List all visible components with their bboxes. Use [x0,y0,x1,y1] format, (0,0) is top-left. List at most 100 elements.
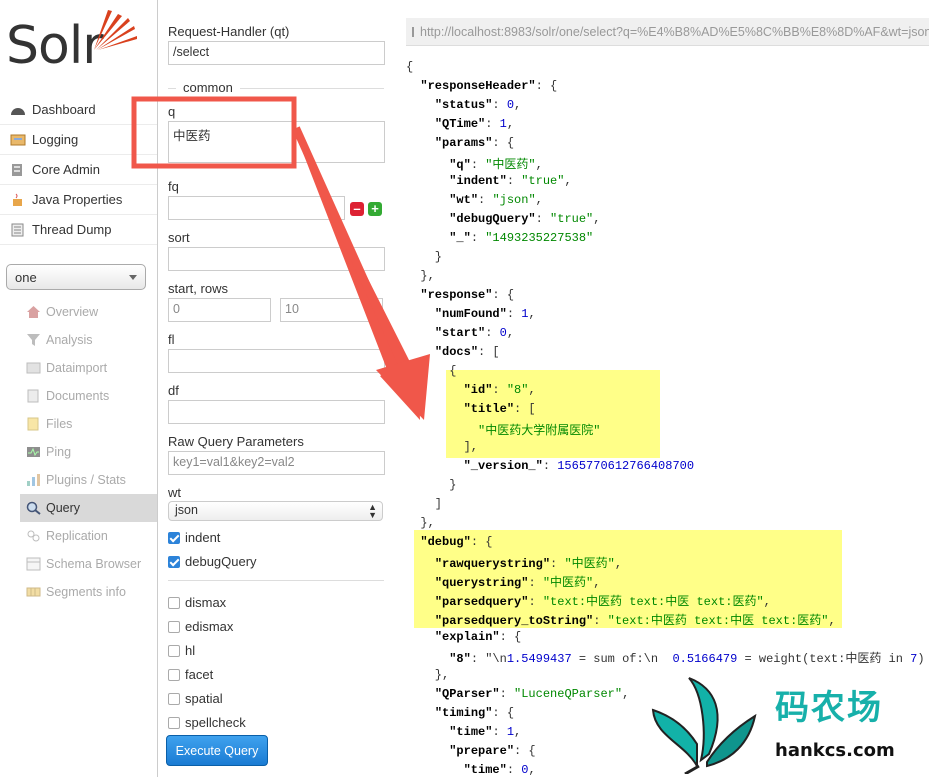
spellcheck-checkbox[interactable]: spellcheck [168,715,246,730]
json-line: }, [406,516,435,530]
core-item-replication[interactable]: Replication [20,522,157,550]
nav-label: Logging [32,132,79,147]
json-line: "docs": [ [434,345,500,359]
qt-label: Request-Handler (qt) [168,24,290,39]
checkbox-label: dismax [185,595,227,610]
java-icon [10,193,26,207]
facet-checkbox[interactable]: facet [168,667,213,682]
edismax-checkbox[interactable]: edismax [168,619,233,634]
plugins-icon [26,473,41,487]
checkbox-label: spellcheck [185,715,246,730]
core-item-ping[interactable]: Ping [20,438,157,466]
nav-label: Core Admin [32,162,100,177]
fl-input[interactable] [168,349,385,373]
checkbox-icon [168,692,180,705]
core-menu: Overview Analysis Dataimport Documents F… [20,298,157,606]
json-line: ] [406,497,443,511]
checkbox-checked-icon [168,531,180,544]
core-item-query[interactable]: Query [20,494,157,522]
nav-thread-dump[interactable]: Thread Dump [0,215,157,245]
dismax-checkbox[interactable]: dismax [168,595,226,610]
nav-java-properties[interactable]: Java Properties [0,185,157,215]
section-common-label: common [176,80,240,95]
json-line: "debugQuery": "true", [449,212,601,226]
df-label: df [168,383,179,398]
core-item-label: Plugins / Stats [46,473,126,487]
core-item-segments-info[interactable]: Segments info [20,578,157,606]
dashboard-icon [10,103,26,117]
nav-dashboard[interactable]: Dashboard [0,95,157,125]
checkbox-icon [168,620,180,633]
core-item-label: Replication [46,529,108,543]
json-line: "_": "1493235227538" [449,231,594,245]
df-input[interactable] [168,400,385,424]
remove-fq-button[interactable]: – [350,202,364,216]
json-line: "wt": "json", [449,193,543,207]
add-fq-button[interactable]: + [368,202,382,216]
chevron-down-icon [129,275,137,280]
json-line: "id": "8", [463,383,536,397]
spatial-checkbox[interactable]: spatial [168,691,223,706]
execute-query-button[interactable]: Execute Query [166,735,268,766]
json-line: "response": { [420,288,515,302]
thread-dump-icon [10,223,26,237]
core-item-label: Overview [46,305,99,319]
ping-icon [26,445,41,459]
nav-label: Java Properties [32,192,123,207]
checkbox-icon [168,644,180,657]
fq-input[interactable] [168,196,345,220]
core-item-files[interactable]: Files [20,410,157,438]
core-item-schema-browser[interactable]: Schema Browser [20,550,157,578]
json-line: "params": { [434,136,515,150]
json-line: "start": 0, [434,326,515,340]
wt-select[interactable]: json ▲ ▼ [168,501,383,521]
funnel-icon [26,333,41,347]
core-item-documents[interactable]: Documents [20,382,157,410]
json-line: "parsedquery": "text:中医药 text:中医 text:医药… [434,595,771,609]
core-item-analysis[interactable]: Analysis [20,326,157,354]
indent-checkbox[interactable]: indent [168,530,220,545]
butterfly-logo-icon [651,677,757,774]
fq-label: fq [168,179,179,194]
main-nav: Dashboard Logging Core Admin Java Proper… [0,95,157,245]
updown-arrows-icon: ▲ ▼ [368,502,377,520]
core-item-label: Schema Browser [46,557,142,571]
q-textarea[interactable]: 中医药 [168,121,385,163]
section-divider [168,580,384,581]
checkbox-label: hl [185,643,196,658]
json-line: } [406,478,457,492]
sun-logo-icon [94,10,137,50]
home-icon [26,305,41,319]
raw-params-input[interactable]: key1=val1&key2=val2 [168,451,385,475]
start-input[interactable]: 0 [168,298,271,322]
solr-logo[interactable]: Solr [6,4,146,76]
nav-core-admin[interactable]: Core Admin [0,155,157,185]
core-item-overview[interactable]: Overview [20,298,157,326]
core-item-label: Segments info [46,585,126,599]
core-item-dataimport[interactable]: Dataimport [20,354,157,382]
core-item-plugins-stats[interactable]: Plugins / Stats [20,466,157,494]
json-line: "numFound": 1, [434,307,536,321]
json-line: "_version_": 1565770612766408700 [463,459,695,473]
json-line: "prepare": { [449,744,536,758]
nav-logging[interactable]: Logging [0,125,157,155]
json-line: "explain": { [434,630,522,644]
checkbox-icon [168,668,180,681]
result-panel: http://localhost:8983/solr/one/select?q=… [398,0,929,777]
json-response: { "responseHeader": { "status": 0, "QTim… [398,0,929,777]
rows-input[interactable]: 10 [280,298,383,322]
json-line: "QParser": "LuceneQParser", [434,687,630,701]
debugquery-checkbox[interactable]: debugQuery [168,554,257,569]
dataimport-icon [26,361,41,375]
nav-label: Dashboard [32,102,96,117]
q-label: q [168,104,176,119]
qt-input[interactable]: /select [168,41,385,65]
core-selector[interactable]: one [6,264,146,290]
core-item-label: Query [46,501,81,515]
core-admin-icon [10,163,26,177]
hl-checkbox[interactable]: hl [168,643,195,658]
core-item-label: Files [46,417,73,431]
json-line: "QTime": 1, [434,117,515,131]
sort-input[interactable] [168,247,385,271]
watermark-subtitle: hankcs.com [775,740,895,761]
